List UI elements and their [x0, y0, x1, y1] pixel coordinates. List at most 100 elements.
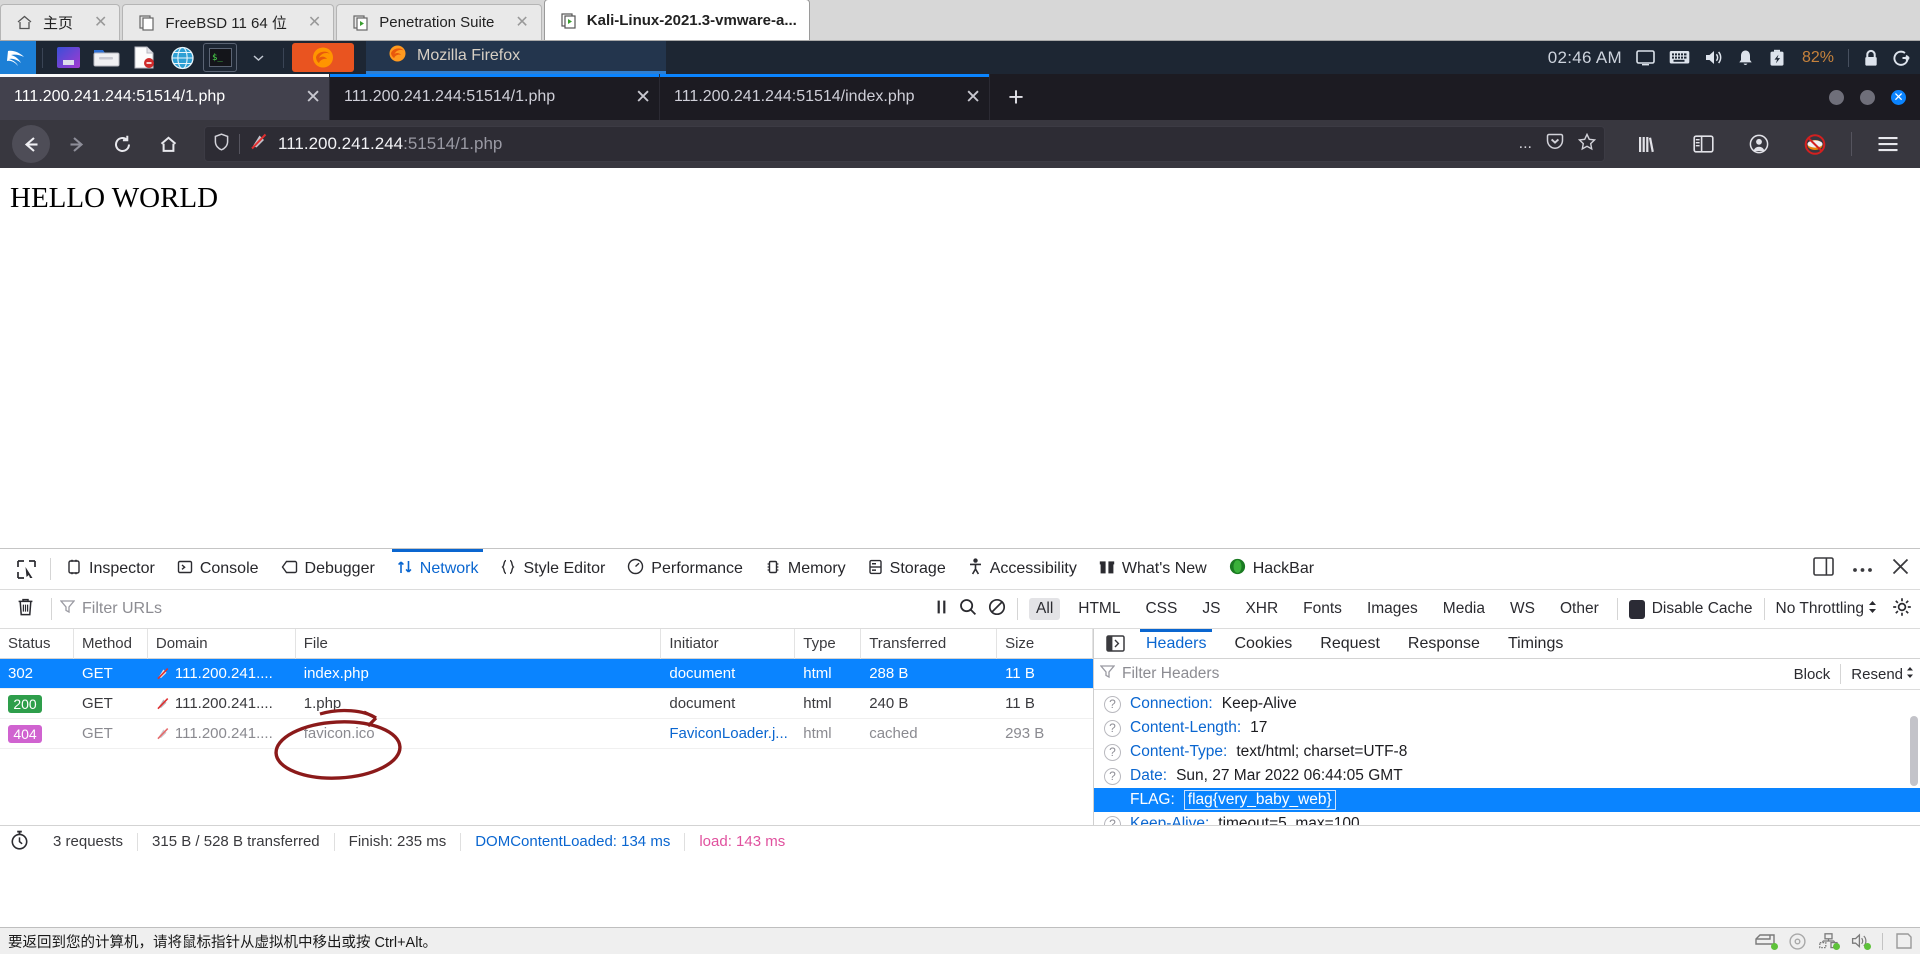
taskbar-window-firefox[interactable]: Mozilla Firefox: [366, 41, 666, 74]
new-tab-button[interactable]: +: [990, 74, 1042, 120]
help-icon[interactable]: ?: [1104, 767, 1121, 785]
sound-icon[interactable]: [1851, 933, 1871, 950]
close-icon[interactable]: ✕: [515, 14, 528, 31]
home-icon[interactable]: [148, 126, 188, 162]
close-icon[interactable]: ✕: [965, 88, 981, 107]
launcher-folder[interactable]: [89, 43, 123, 72]
devtools-close-icon[interactable]: [1891, 557, 1910, 581]
element-picker-icon[interactable]: [6, 559, 46, 580]
details-tab-cookies[interactable]: Cookies: [1220, 629, 1306, 659]
devtools-tab-accessibility[interactable]: Accessibility: [957, 549, 1088, 590]
column-header-size[interactable]: Size: [997, 628, 1093, 659]
vmware-tab-kali-linux[interactable]: Kali-Linux-2021.3-vmware-a...: [543, 0, 810, 40]
details-tab-response[interactable]: Response: [1394, 629, 1494, 659]
header-row[interactable]: ? Date: Sun, 27 Mar 2022 06:44:05 GMT: [1094, 764, 1920, 788]
header-row[interactable]: ? Connection: Keep-Alive: [1094, 692, 1920, 716]
filter-headers-input[interactable]: Filter Headers: [1122, 665, 1787, 683]
battery-icon[interactable]: [1768, 49, 1786, 67]
details-tab-request[interactable]: Request: [1306, 629, 1394, 659]
collapse-pane-icon[interactable]: [1098, 635, 1132, 652]
url-text[interactable]: 111.200.241.244:51514/1.php: [278, 134, 1510, 154]
hackbar-disabled-icon[interactable]: [1795, 126, 1835, 162]
header-row[interactable]: ? Keep-Alive: timeout=5, max=100: [1094, 812, 1920, 825]
firefox-tab-0[interactable]: 111.200.241.244:51514/1.php ✕: [0, 74, 330, 120]
header-value-flag[interactable]: flag{very_baby_web}: [1183, 790, 1336, 810]
header-row[interactable]: ? Content-Type: text/html; charset=UTF-8: [1094, 740, 1920, 764]
save-to-pocket-icon[interactable]: [1546, 133, 1564, 155]
launcher-dropdown-arrow[interactable]: [241, 43, 275, 72]
close-icon[interactable]: ✕: [308, 14, 321, 31]
close-icon[interactable]: ✕: [94, 14, 107, 31]
cd-dvd-icon[interactable]: [1789, 932, 1806, 950]
filter-type-js[interactable]: JS: [1195, 598, 1227, 620]
maximize-button[interactable]: [1860, 89, 1875, 105]
hard-disk-icon[interactable]: [1755, 933, 1778, 950]
filter-type-images[interactable]: Images: [1360, 598, 1425, 620]
display-icon[interactable]: [1636, 49, 1655, 66]
hamburger-menu-icon[interactable]: [1868, 126, 1908, 162]
table-row[interactable]: 302 GET 111.200.241.... index.php docume…: [0, 659, 1093, 689]
devtools-tab-network[interactable]: Network: [386, 548, 490, 590]
taskbar-firefox-item[interactable]: [292, 43, 354, 72]
split-panel-icon[interactable]: [1813, 557, 1834, 581]
filter-type-fonts[interactable]: Fonts: [1296, 598, 1349, 620]
reload-icon[interactable]: [102, 126, 142, 162]
sidebar-icon[interactable]: [1683, 126, 1723, 162]
column-header-transferred[interactable]: Transferred: [861, 628, 998, 659]
launcher-text-editor[interactable]: [127, 43, 161, 72]
volume-icon[interactable]: [1704, 49, 1723, 66]
devtools-meatball-menu-icon[interactable]: [1852, 560, 1873, 578]
devtools-tab-debugger[interactable]: Debugger: [270, 549, 386, 590]
help-icon[interactable]: ?: [1104, 743, 1121, 761]
close-button[interactable]: ✕: [1891, 89, 1906, 105]
kali-dragon-icon[interactable]: [0, 41, 36, 74]
filter-type-other[interactable]: Other: [1553, 598, 1606, 620]
details-tab-headers[interactable]: Headers: [1132, 628, 1220, 659]
filter-urls-input[interactable]: Filter URLs: [59, 599, 927, 619]
resend-button[interactable]: Resend: [1851, 666, 1914, 683]
firefox-tab-2[interactable]: 111.200.241.244:51514/index.php ✕: [660, 74, 990, 120]
column-header-method[interactable]: Method: [74, 628, 148, 659]
devtools-tab-storage[interactable]: Storage: [857, 549, 957, 590]
column-header-file[interactable]: File: [296, 628, 662, 659]
throttling-select[interactable]: No Throttling: [1776, 600, 1877, 619]
help-icon[interactable]: ?: [1104, 695, 1121, 713]
clear-requests-icon[interactable]: [8, 597, 43, 622]
devtools-tab-hackbar[interactable]: HackBar: [1218, 549, 1325, 590]
filter-type-media[interactable]: Media: [1436, 598, 1492, 620]
vmware-tab-home[interactable]: 主页 ✕: [0, 4, 121, 40]
devtools-tab-style-editor[interactable]: Style Editor: [489, 549, 616, 590]
url-bar[interactable]: 111.200.241.244:51514/1.php ...: [204, 126, 1605, 162]
table-row[interactable]: 404 GET 111.200.241.... favicon.ico Favi…: [0, 719, 1093, 749]
insecure-connection-icon[interactable]: [249, 132, 269, 156]
forward-arrow-icon[interactable]: [56, 126, 96, 162]
column-header-status[interactable]: Status: [0, 628, 74, 659]
tray-clock[interactable]: 02:46 AM: [1548, 48, 1622, 68]
lock-icon[interactable]: [1863, 49, 1879, 67]
close-icon[interactable]: ✕: [635, 88, 651, 107]
notification-bell-icon[interactable]: [1737, 49, 1754, 67]
network-settings-gear-icon[interactable]: [1888, 597, 1912, 622]
block-button[interactable]: Block: [1794, 666, 1831, 683]
filter-type-all[interactable]: All: [1029, 598, 1061, 620]
vmware-tab-penetration-suite[interactable]: Penetration Suite ✕: [336, 4, 542, 40]
launcher-web-browser[interactable]: [165, 43, 199, 72]
devtools-tab-whats-new[interactable]: What's New: [1088, 549, 1218, 590]
devtools-tab-performance[interactable]: Performance: [616, 549, 754, 590]
devtools-tab-inspector[interactable]: Inspector: [55, 549, 166, 590]
library-icon[interactable]: [1627, 126, 1667, 162]
details-tab-timings[interactable]: Timings: [1494, 629, 1577, 659]
header-row[interactable]: ? Content-Length: 17: [1094, 716, 1920, 740]
launcher-terminal[interactable]: $_: [203, 43, 237, 72]
cell-initiator[interactable]: FaviconLoader.j...: [661, 725, 795, 742]
disable-cache-checkbox[interactable]: Disable Cache: [1628, 599, 1753, 619]
vmware-tab-freebsd[interactable]: FreeBSD 11 64 位 ✕: [122, 4, 335, 40]
minimize-button[interactable]: [1829, 89, 1844, 105]
help-icon[interactable]: ?: [1104, 815, 1121, 825]
tracking-protection-shield-icon[interactable]: [213, 132, 230, 156]
column-header-type[interactable]: Type: [795, 628, 862, 659]
floppy-icon[interactable]: [1896, 933, 1912, 949]
headers-scrollbar[interactable]: [1910, 716, 1918, 786]
devtools-tab-console[interactable]: Console: [166, 549, 270, 590]
page-actions-meatball-icon[interactable]: ...: [1519, 135, 1532, 153]
